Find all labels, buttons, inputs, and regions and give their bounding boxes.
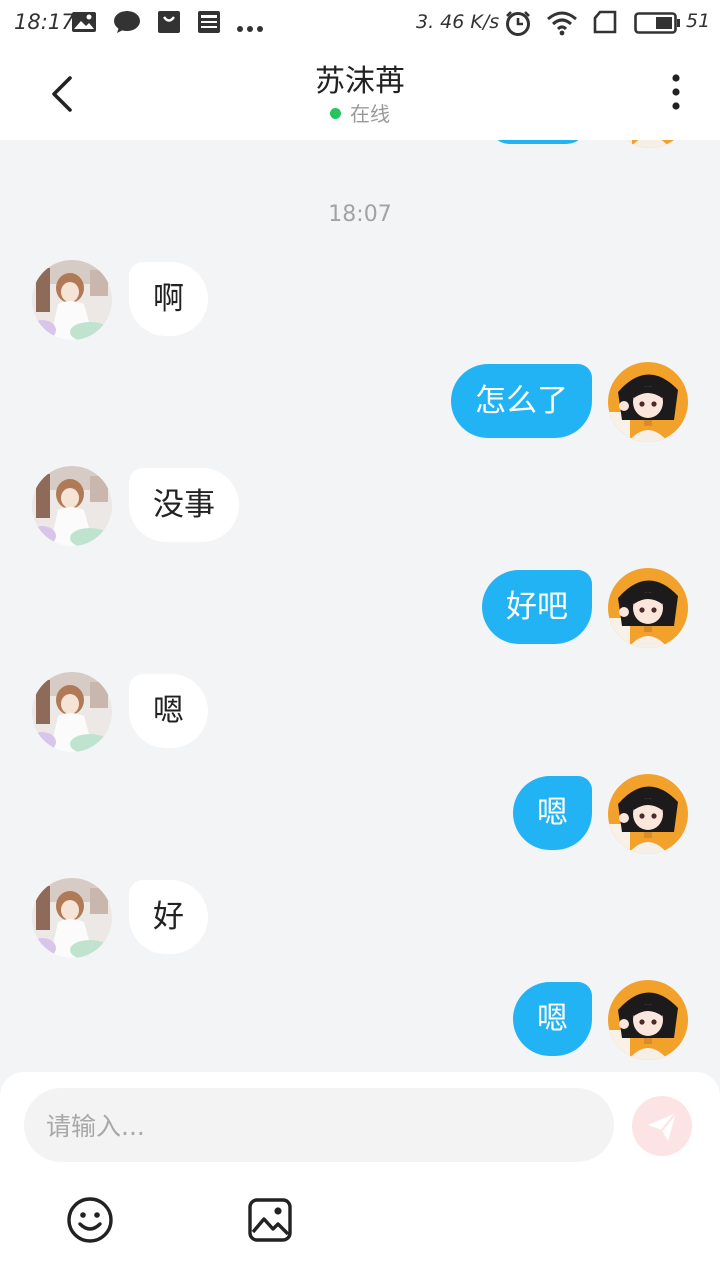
message-input[interactable] bbox=[44, 1088, 598, 1164]
news-icon bbox=[197, 10, 221, 38]
status-bar: 18:17 3. 46 K/s 51 bbox=[0, 0, 720, 44]
message-notification-icon bbox=[113, 10, 141, 38]
avatar-me[interactable] bbox=[608, 774, 688, 854]
more-options-button[interactable] bbox=[662, 72, 690, 112]
message-bubble-outgoing-partial bbox=[488, 140, 588, 144]
avatar-me[interactable] bbox=[608, 362, 688, 442]
image-notification-icon bbox=[71, 10, 97, 38]
shopping-bag-icon bbox=[157, 10, 181, 38]
online-status: 在线 bbox=[0, 98, 720, 127]
avatar-me bbox=[610, 140, 690, 148]
more-notifications-icon bbox=[236, 18, 264, 37]
avatar-me[interactable] bbox=[608, 980, 688, 1060]
emoji-icon bbox=[64, 1197, 116, 1250]
avatar-me[interactable] bbox=[608, 568, 688, 648]
alarm-icon bbox=[504, 10, 532, 40]
wifi-icon bbox=[546, 10, 578, 40]
avatar-contact[interactable] bbox=[32, 466, 112, 546]
message-bubble-outgoing[interactable]: 嗯 bbox=[513, 776, 592, 850]
status-time: 18:17 bbox=[14, 10, 75, 34]
message-input-container[interactable] bbox=[24, 1088, 614, 1164]
message-bubble-incoming[interactable]: 好 bbox=[129, 880, 208, 954]
send-button[interactable] bbox=[632, 1096, 692, 1156]
battery-level: 51 bbox=[686, 10, 711, 32]
image-icon bbox=[244, 1198, 296, 1250]
contact-name: 苏沫苒 bbox=[315, 64, 405, 99]
message-bubble-incoming[interactable]: 没事 bbox=[129, 468, 239, 542]
image-button[interactable] bbox=[244, 1194, 296, 1246]
avatar-contact[interactable] bbox=[32, 260, 112, 340]
message-composer bbox=[0, 1072, 720, 1280]
message-bubble-incoming[interactable]: 啊 bbox=[129, 262, 208, 336]
message-bubble-outgoing[interactable]: 怎么了 bbox=[451, 364, 592, 438]
message-bubble-outgoing[interactable]: 好吧 bbox=[482, 570, 592, 644]
message-timestamp: 18:07 bbox=[328, 202, 392, 227]
online-dot-icon bbox=[330, 108, 341, 119]
chat-message-list[interactable]: 18:07 啊 怎么了 没事 好吧 嗯 嗯 好 嗯 bbox=[0, 140, 720, 1072]
send-icon bbox=[632, 1112, 692, 1160]
avatar-contact[interactable] bbox=[32, 878, 112, 958]
chat-header: 苏沫苒 在线 bbox=[0, 44, 720, 140]
online-status-label: 在线 bbox=[350, 102, 390, 126]
message-bubble-outgoing[interactable]: 嗯 bbox=[513, 982, 592, 1056]
sim-icon bbox=[592, 10, 618, 38]
emoji-button[interactable] bbox=[64, 1194, 116, 1246]
more-vertical-icon bbox=[662, 74, 690, 116]
battery-icon bbox=[634, 12, 682, 38]
message-bubble-incoming[interactable]: 嗯 bbox=[129, 674, 208, 748]
network-speed: 3. 46 K/s bbox=[416, 11, 500, 33]
avatar-contact[interactable] bbox=[32, 672, 112, 752]
